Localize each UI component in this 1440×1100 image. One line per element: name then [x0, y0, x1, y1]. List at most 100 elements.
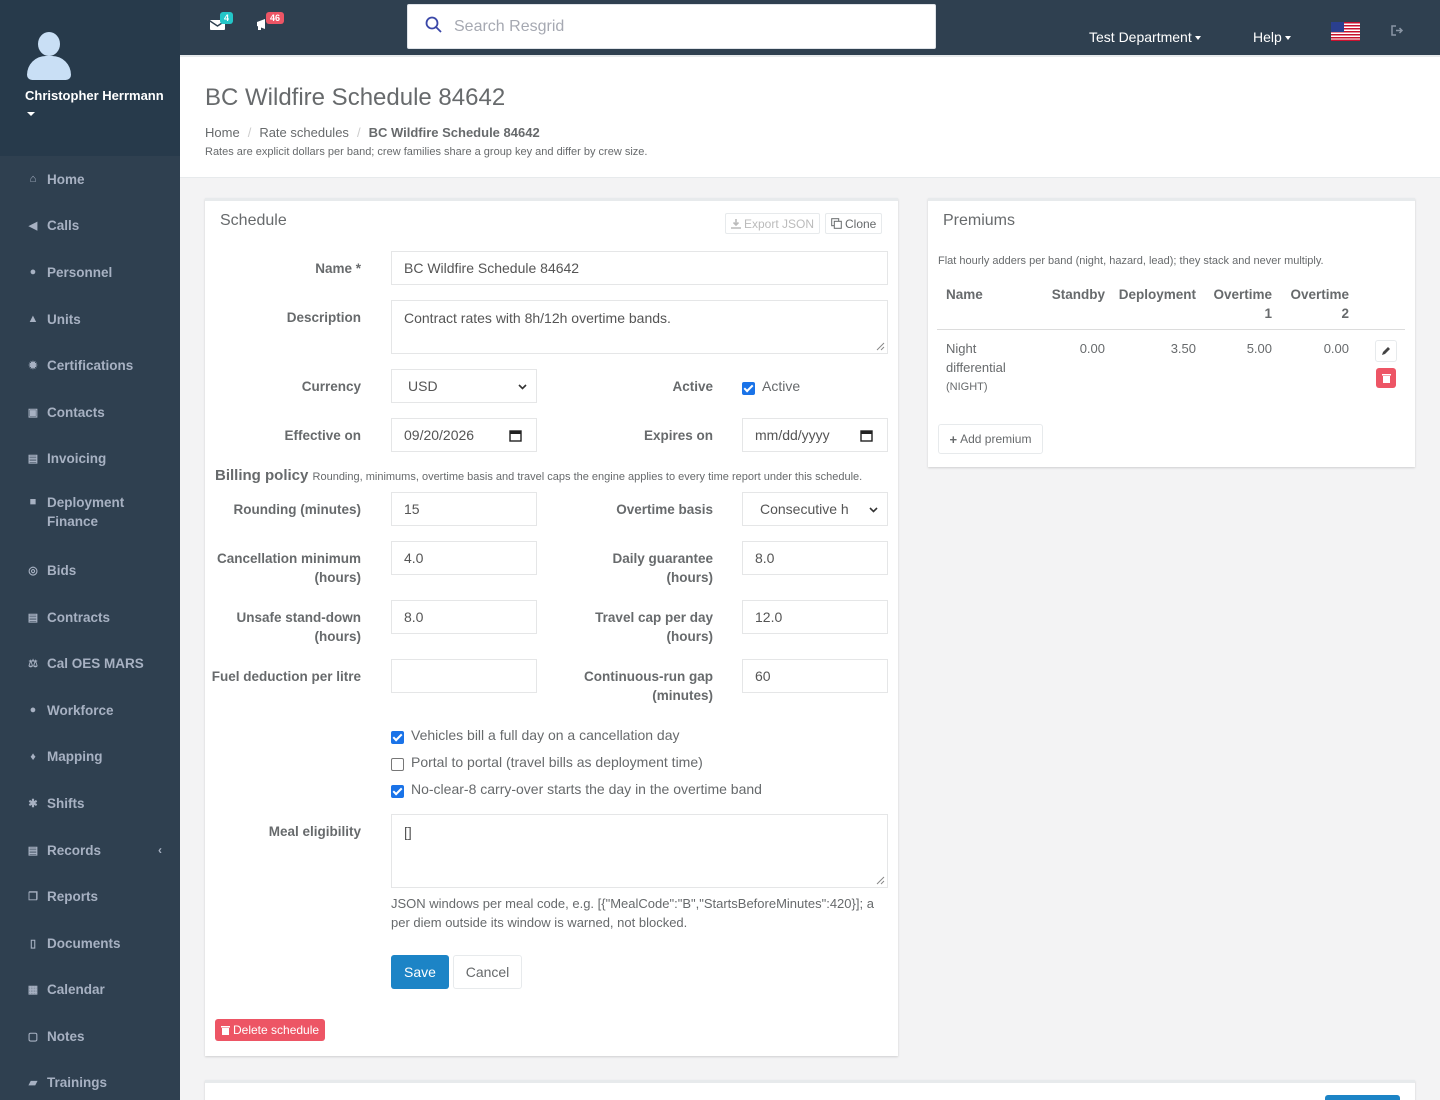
sidebar-item-label: Reports [47, 889, 99, 905]
col-header-overtime-2: Overtime 2 [1290, 287, 1349, 321]
delete-schedule-button[interactable]: Delete schedule [215, 1019, 326, 1041]
expires-on-input[interactable]: mm/dd/yyyy [742, 418, 888, 452]
rounding-input[interactable]: 15 [391, 492, 537, 526]
sidebar-item-personnel[interactable]: ● Personnel [0, 249, 180, 296]
sidebar-item-bids[interactable]: ◎ Bids [0, 547, 180, 594]
avatar[interactable] [25, 32, 73, 82]
premium-deployment: 3.50 [1170, 341, 1196, 356]
premiums-panel-title: Premiums [943, 212, 1016, 229]
export-json-label: Export JSON [744, 216, 815, 231]
help-dropdown[interactable]: Help [1253, 29, 1291, 45]
delete-premium-button[interactable] [1376, 368, 1396, 388]
sidebar-item-label: Documents [47, 935, 121, 951]
calendar-icon[interactable] [509, 429, 522, 442]
sidebar-item-workforce[interactable]: ● Workforce [0, 687, 180, 734]
rounding-label: Rounding (minutes) [233, 502, 361, 517]
sidebar-item-mapping[interactable]: ♦ Mapping [0, 734, 180, 781]
edit-premium-button[interactable] [1375, 340, 1397, 362]
trash-icon [221, 1026, 230, 1035]
expires-on-label: Expires on [643, 428, 713, 443]
caret-down-icon [1194, 36, 1201, 41]
description-textarea[interactable]: Contract rates with 8h/12h overtime band… [391, 300, 888, 354]
breadcrumb-rate-schedules[interactable]: Rate schedules [259, 125, 349, 140]
sidebar-item-certifications[interactable]: ✹ Certifications [0, 342, 180, 389]
sidebar-item-calls[interactable]: ◀ Calls [0, 203, 180, 250]
resize-grip-icon[interactable] [875, 875, 885, 885]
sidebar-item-trainings[interactable]: ▰ Trainings [0, 1060, 180, 1100]
continuous-run-gap-input[interactable]: 60 [742, 659, 888, 693]
meal-eligibility-help: JSON windows per meal code, e.g. [{"Meal… [391, 896, 874, 930]
book-icon: ▰ [28, 1077, 38, 1090]
user-name[interactable]: Christopher Herrmann [25, 88, 180, 103]
travel-cap-input[interactable]: 12.0 [742, 600, 888, 634]
sidebar-item-reports[interactable]: ❐ Reports [0, 873, 180, 920]
search-placeholder: Search Resgrid [454, 17, 565, 35]
add-premium-label: Add premium [960, 432, 1032, 446]
save-button[interactable]: Save [391, 955, 449, 989]
col-header-deployment: Deployment [1118, 287, 1196, 302]
sidebar-item-records[interactable]: ▤ Records ‹ [0, 827, 180, 874]
meal-eligibility-value: [] [404, 824, 412, 840]
sign-out-icon[interactable] [1391, 25, 1404, 39]
cancellation-minimum-input[interactable]: 4.0 [391, 541, 537, 575]
sidebar-item-contracts[interactable]: ▤ Contracts [0, 594, 180, 641]
fuel-deduction-label: Fuel deduction per litre [211, 669, 361, 684]
sidebar-item-shifts[interactable]: ✱ Shifts [0, 780, 180, 827]
sidebar-item-label: Units [47, 311, 81, 327]
fuel-deduction-input[interactable] [391, 659, 537, 693]
department-dropdown[interactable]: Test Department [1089, 29, 1201, 45]
clone-button[interactable]: Clone [825, 213, 883, 234]
delete-schedule-label: Delete schedule [233, 1023, 320, 1037]
overtime-basis-select[interactable]: Consecutive h [742, 492, 888, 526]
calendar-icon[interactable] [860, 429, 873, 442]
sidebar-item-label: Contacts [47, 404, 105, 420]
file-o-icon: ▯ [29, 937, 37, 950]
premium-overtime-1: 5.00 [1246, 341, 1272, 356]
search-input[interactable]: Search Resgrid [407, 4, 936, 49]
effective-on-input[interactable]: 09/20/2026 [391, 418, 537, 452]
sidebar-item-contacts[interactable]: ▣ Contacts [0, 389, 180, 436]
sidebar-item-label: Invoicing [47, 451, 107, 467]
name-label: Name * [315, 261, 361, 276]
us-flag-icon[interactable] [1331, 22, 1360, 41]
page-note: Rates are explicit dollars per band; cre… [205, 146, 648, 158]
sidebar-item-invoicing[interactable]: ▤ Invoicing [0, 436, 180, 483]
envelope-icon[interactable]: 4 [209, 12, 234, 35]
active-checkbox[interactable] [742, 382, 755, 395]
unsafe-stand-down-input[interactable]: 8.0 [391, 600, 537, 634]
expires-on-placeholder: mm/dd/yyyy [755, 427, 830, 443]
caret-down-icon[interactable] [27, 112, 35, 116]
daily-guarantee-input[interactable]: 8.0 [742, 541, 888, 575]
sidebar-item-home[interactable]: ⌂ Home [0, 156, 180, 203]
contact-card-icon: ▣ [27, 406, 39, 419]
panel-action-button[interactable] [1325, 1095, 1400, 1100]
sidebar-item-notes[interactable]: ▢ Notes [0, 1013, 180, 1060]
sidebar-item-cal-oes-mars[interactable]: ⚖ Cal OES MARS [0, 640, 180, 687]
currency-select[interactable]: USD [391, 369, 537, 403]
export-json-button[interactable]: Export JSON [725, 213, 821, 234]
portal-to-portal-label: Portal to portal (travel bills as deploy… [411, 754, 703, 770]
meal-eligibility-textarea[interactable]: [] [391, 814, 888, 888]
portal-to-portal-checkbox[interactable] [391, 758, 404, 771]
sidebar-item-calendar[interactable]: ▦ Calendar [0, 967, 180, 1014]
daily-guarantee-label: Daily guarantee (hours) [612, 551, 713, 585]
no-clear-8-checkbox[interactable] [391, 785, 404, 798]
sidebar: Christopher Herrmann ⌂ Home ◀ Calls ● Personn… [0, 0, 180, 1100]
unsafe-stand-down-label: Unsafe stand-down (hours) [236, 610, 361, 644]
breadcrumb-current: BC Wildfire Schedule 84642 [368, 125, 540, 140]
chevron-left-icon[interactable]: ‹ [158, 843, 162, 857]
sidebar-item-units[interactable]: ▲ Units [0, 296, 180, 343]
vehicles-full-day-checkbox[interactable] [391, 731, 404, 744]
resize-grip-icon[interactable] [875, 341, 885, 351]
name-input[interactable]: BC Wildfire Schedule 84642 [391, 251, 888, 285]
clone-label: Clone [845, 216, 877, 231]
add-premium-button[interactable]: + Add premium [938, 424, 1043, 454]
breadcrumb-home[interactable]: Home [205, 125, 240, 140]
schedule-panel: Schedule Export JSON Clone Name * BC Wil… [205, 198, 898, 1056]
sidebar-item-documents[interactable]: ▯ Documents [0, 920, 180, 967]
breadcrumb: Home / Rate schedules / BC Wildfire Schedule… [205, 125, 540, 140]
bullhorn-icon[interactable]: 46 [256, 12, 285, 35]
cancel-button[interactable]: Cancel [453, 955, 522, 989]
chevron-down-icon [518, 384, 527, 390]
sidebar-item-deployment-finance[interactable]: ■ Deployment Finance [0, 482, 180, 547]
